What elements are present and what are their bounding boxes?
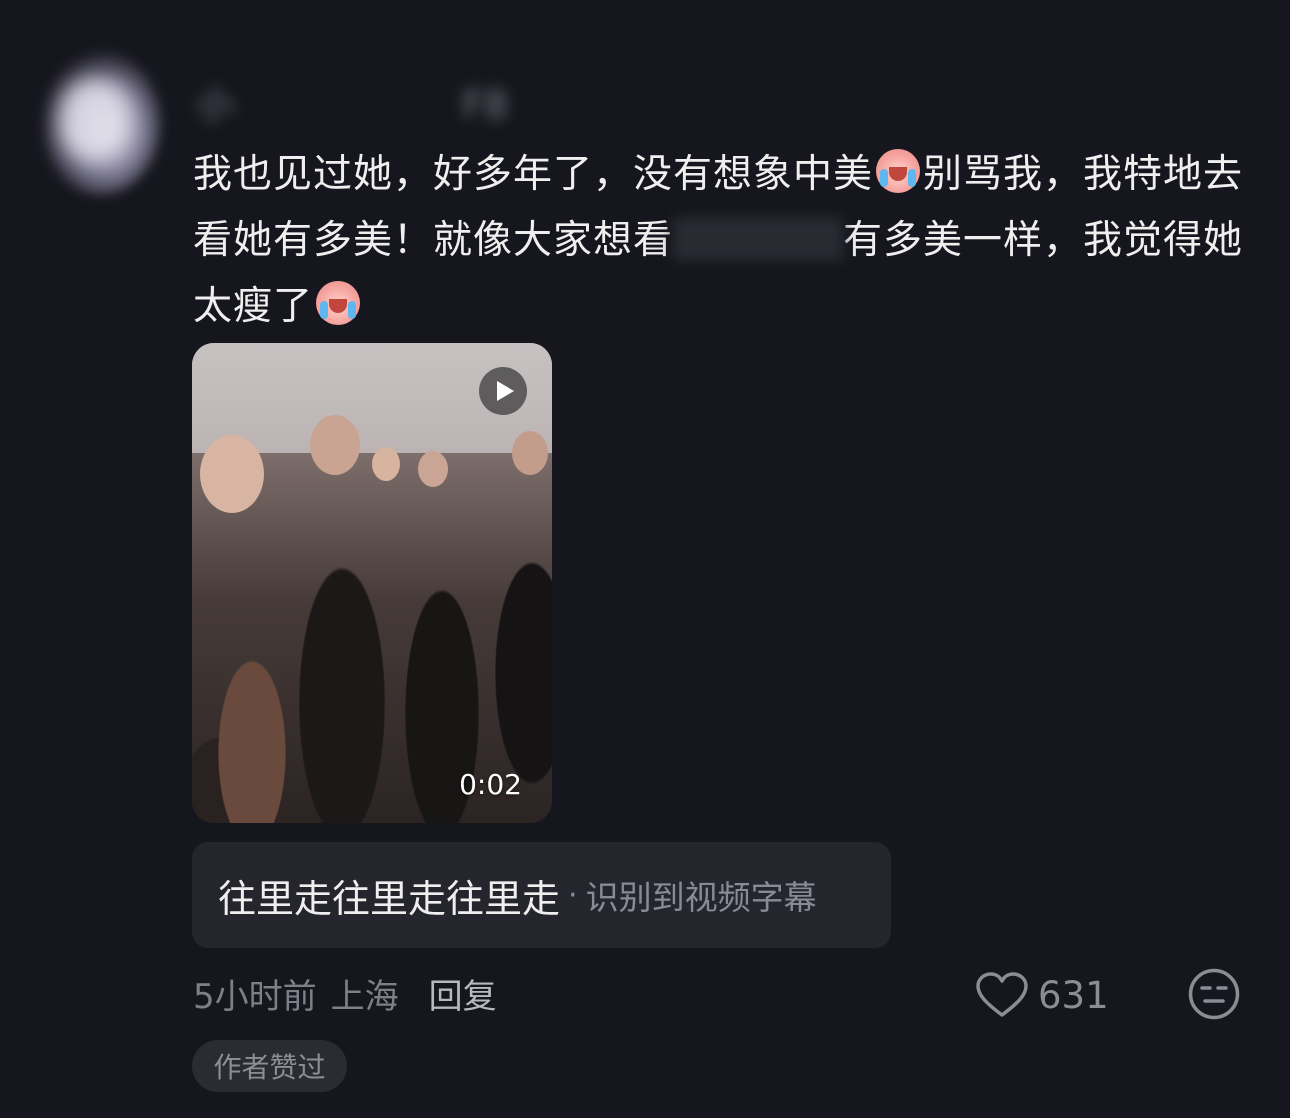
- avatar-blur: [60, 80, 130, 160]
- like-count: 631: [1038, 973, 1109, 1017]
- video-frame-person: [310, 415, 360, 475]
- like-button[interactable]: 631: [976, 970, 1109, 1020]
- video-subtitle-box[interactable]: 往里走往里走往里走 · 识别到视频字幕: [192, 842, 891, 948]
- video-frame-person: [200, 435, 264, 513]
- author-liked-badge: 作者赞过: [192, 1040, 347, 1092]
- comment-text-part-1: 我也见过她，好多年了，没有想象中美: [193, 152, 874, 197]
- video-frame-person: [512, 431, 548, 475]
- video-frame-person: [372, 447, 400, 481]
- crying-emoji-icon: [876, 149, 921, 193]
- comment-location: 上海: [330, 976, 399, 1017]
- heart-icon: [976, 972, 1028, 1017]
- video-frame-person: [418, 451, 448, 487]
- subtitle-text: 往里走往里走往里走: [218, 876, 561, 921]
- username[interactable]: 小 F8: [196, 78, 536, 132]
- subtitle-separator: ·: [568, 877, 578, 913]
- subtitle-note: 识别到视频字幕: [585, 878, 817, 917]
- unamused-face-icon: [1188, 968, 1240, 1020]
- play-icon: [496, 381, 514, 401]
- crying-emoji-icon: [316, 281, 361, 325]
- video-duration: 0:02: [459, 768, 522, 801]
- comment-text: 我也见过她，好多年了，没有想象中美 别骂我，我特地去看她有多美！就像大家想看 有多美…: [193, 142, 1253, 340]
- reply-button[interactable]: 回复: [429, 969, 497, 1018]
- comment-time: 5小时前: [193, 976, 317, 1017]
- redacted-text: [673, 217, 844, 261]
- video-thumbnail[interactable]: 0:02: [192, 343, 552, 823]
- comment-meta: 5小时前 上海 回复: [193, 968, 497, 1018]
- dislike-button[interactable]: [1188, 968, 1240, 1020]
- play-button[interactable]: [479, 367, 527, 415]
- comment-item: 小 F8 我也见过她，好多年了，没有想象中美 别骂我，我特地去看她有多美！就像大家…: [0, 0, 1290, 1118]
